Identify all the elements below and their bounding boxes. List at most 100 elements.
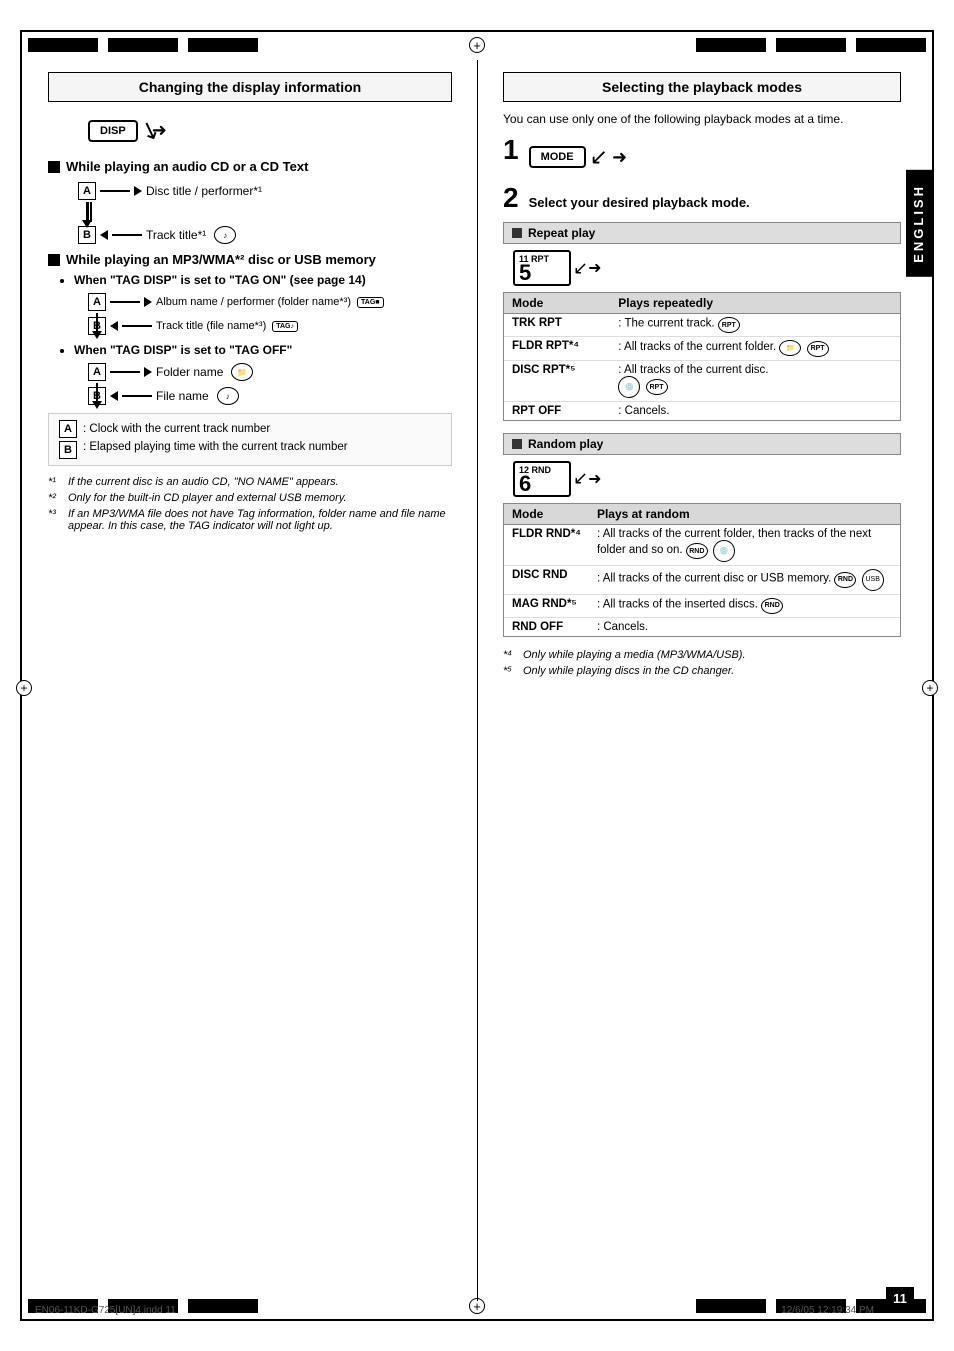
center-divider (477, 60, 478, 1301)
tag-off-section: When "TAG DISP" is set to "TAG OFF" A Fo… (58, 343, 452, 405)
footer-right: 12/6/05 12:19:34 PM (781, 1305, 874, 1316)
table-row: MAG RND*⁵ : All tracks of the inserted d… (504, 594, 900, 617)
audio-cd-heading: While playing an audio CD or a CD Text (48, 159, 452, 174)
rnd-button-num: 6 (519, 473, 531, 495)
right-section-title: Selecting the playback modes (602, 79, 802, 95)
random-play-heading-bar: Random play (503, 433, 901, 455)
label-a-audio: A (78, 182, 96, 200)
rpt-icon-1: RPT (718, 317, 740, 333)
table-row: TRK RPT : The current track. RPT (504, 314, 900, 337)
rpt-button-row: 11 RPT 5 ↙ ➜ (513, 250, 901, 286)
left-section-title: Changing the display information (139, 79, 361, 95)
rnd-icon-2: RND (834, 572, 856, 588)
mp3-heading-text: While playing an (66, 252, 172, 267)
clock-note-a-label: A (59, 420, 77, 438)
intro-text: You can use only one of the following pl… (503, 112, 901, 126)
rpt-button-arrow: ↙ (573, 258, 588, 279)
tag-on-a-text: Album name / performer (folder name*³) (156, 296, 351, 308)
track-icon: ♪ (214, 226, 236, 244)
random-plays-header: Plays at random (589, 504, 900, 525)
disc-icon-rpt: 💿 (618, 376, 640, 398)
crosshair-right: + (922, 680, 938, 696)
folder-icon-rpt: 📁 (779, 340, 801, 356)
usb-icon: USB (862, 569, 884, 591)
right-footnotes: *⁴ Only while playing a media (MP3/WMA/U… (503, 649, 901, 677)
label-a-tagon: A (88, 293, 106, 311)
disp-arrow: ↙ (135, 113, 164, 147)
repeat-play-table: Mode Plays repeatedly TRK RPT : The curr… (503, 292, 901, 421)
rnd-button-arrow2: ➜ (588, 469, 601, 489)
rpt-icon-3: RPT (646, 379, 668, 395)
rpt-icon-2: RPT (807, 341, 829, 357)
disp-button: DISP (88, 120, 138, 142)
clock-note-b-text: : Elapsed playing time with the current … (83, 441, 348, 453)
table-row: DISC RND : All tracks of the current dis… (504, 565, 900, 594)
folder-icon: 📁 (231, 363, 253, 381)
label-a-tagoff: A (88, 363, 106, 381)
repeat-mode-header: Mode (504, 293, 610, 314)
rnd-button-row: 12 RND 6 ↙ ➜ (513, 461, 901, 497)
repeat-play-heading-bar: Repeat play (503, 222, 901, 244)
table-row: RPT OFF : Cancels. (504, 401, 900, 420)
footnote-3: *³ If an MP3/WMA file does not have Tag … (48, 508, 452, 532)
mode-arrow2: ➜ (612, 147, 627, 168)
left-panel: Changing the display information DISP ↙ … (30, 62, 470, 546)
crosshair-top: + (469, 37, 485, 53)
rpt-button-num: 5 (519, 262, 531, 284)
rnd-icon-3: RND (761, 598, 783, 614)
table-row: RND OFF : Cancels. (504, 617, 900, 636)
tag-off-b-text: File name (156, 389, 209, 403)
tag-on-b-text: Track title (file name*³) (156, 320, 266, 332)
tag-off-a-text: Folder name (156, 365, 223, 379)
page-border-left (20, 30, 22, 1321)
language-tab: ENGLISH (906, 170, 932, 277)
tag-icon-a: TAG■ (357, 297, 383, 308)
audio-cd-diagram: A Disc title / performer*¹ B Track title… (78, 182, 452, 244)
table-row: FLDR RPT*⁴ : All tracks of the current f… (504, 337, 900, 361)
clock-note-a-text: : Clock with the current track number (83, 423, 270, 435)
step1-num: 1 (503, 136, 519, 164)
tag-on-section: When "TAG DISP" is set to "TAG ON" (see … (58, 273, 452, 335)
audio-cd-a-text: Disc title / performer*¹ (146, 184, 262, 198)
disp-button-diagram: DISP ↙ ➜ (88, 116, 452, 145)
page-border-bottom (20, 1319, 934, 1321)
step-2-row: 2 Select your desired playback mode. (503, 182, 901, 214)
mp3-heading: While playing an MP3/WMA*² disc or USB m… (48, 252, 452, 267)
audio-cd-b-text: Track title*¹ (146, 228, 206, 242)
crosshair-left: + (16, 680, 32, 696)
repeat-play-heading-text: Repeat play (528, 226, 595, 240)
table-row: DISC RPT*⁵ : All tracks of the current d… (504, 360, 900, 401)
step2-num: 2 (503, 182, 519, 214)
rnd-icon-1: RND (686, 543, 708, 559)
tag-icon-b: TAG♪ (272, 321, 298, 332)
tag-off-diagram: A Folder name 📁 B File name ♪ (88, 363, 452, 405)
page-border-right (932, 30, 934, 1321)
page-border-top (20, 30, 934, 32)
repeat-play-section: Repeat play 11 RPT 5 ↙ ➜ Mode Plays repe… (503, 222, 901, 421)
clock-note-b-label: B (59, 441, 77, 459)
footer-left: EN06-11KD-G725[UN]4.indd 11 (35, 1305, 176, 1316)
random-mode-header: Mode (504, 504, 589, 525)
right-section-title-box: Selecting the playback modes (503, 72, 901, 102)
step2-text: Select your desired playback mode. (529, 195, 750, 210)
random-play-section: Random play 12 RND 6 ↙ ➜ Mode Plays at r… (503, 433, 901, 637)
left-footnotes: *¹ If the current disc is an audio CD, "… (48, 476, 452, 532)
table-row: FLDR RND*⁴ : All tracks of the current f… (504, 524, 900, 565)
left-section-title-box: Changing the display information (48, 72, 452, 102)
label-b-audio: B (78, 226, 96, 244)
footnote-2: *² Only for the built-in CD player and e… (48, 492, 452, 504)
step-1: 1 MODE ↙ ➜ (503, 136, 901, 170)
tag-on-diagram: A Album name / performer (folder name*³)… (88, 293, 452, 335)
file-icon: ♪ (217, 387, 239, 405)
mp3-note: *² disc or USB memory (235, 252, 376, 267)
disc-rnd-1: 💿 (713, 540, 735, 562)
random-play-table: Mode Plays at random FLDR RND*⁴ : All tr… (503, 503, 901, 637)
tag-on-heading: When "TAG DISP" is set to "TAG ON" (see … (74, 273, 366, 287)
clock-notes: A : Clock with the current track number … (48, 413, 452, 466)
right-footnote-4: *⁴ Only while playing a media (MP3/WMA/U… (503, 649, 901, 661)
right-panel: Selecting the playback modes You can use… (485, 62, 919, 691)
footnote-1: *¹ If the current disc is an audio CD, "… (48, 476, 452, 488)
repeat-plays-header: Plays repeatedly (610, 293, 900, 314)
tag-off-heading: When "TAG DISP" is set to "TAG OFF" (74, 343, 292, 357)
mode-arrow: ↙ (590, 144, 608, 170)
